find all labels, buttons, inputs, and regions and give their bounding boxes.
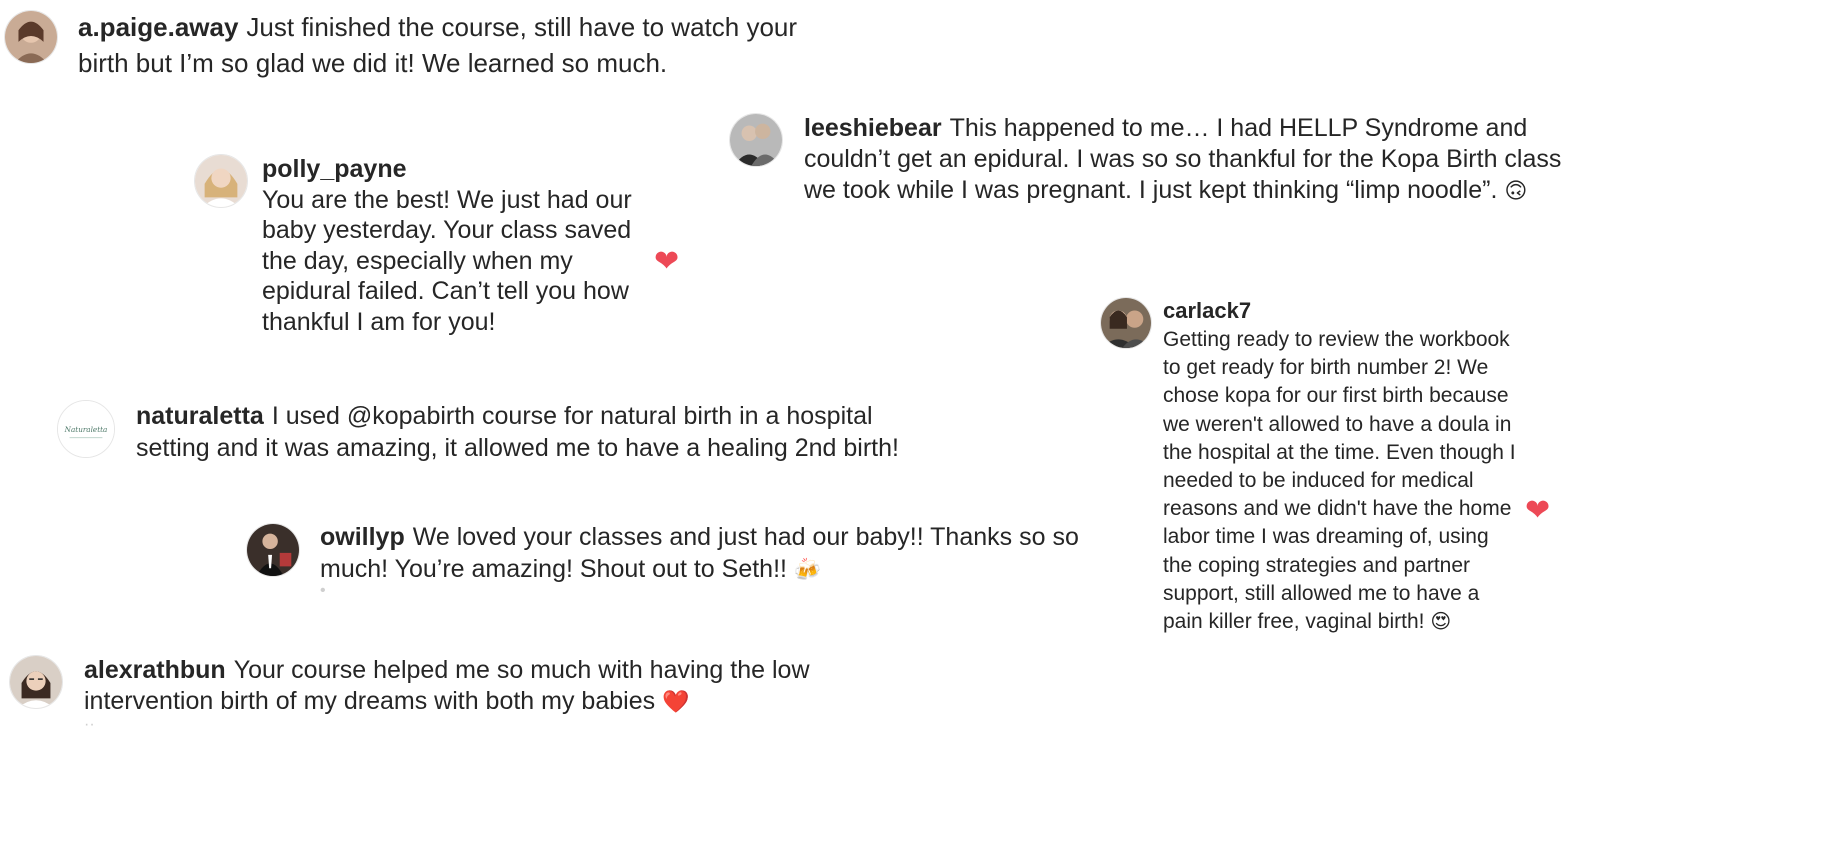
comment-text: Getting ready to review the workbook to … — [1163, 328, 1516, 634]
comment-text: You are the best! We just had our baby y… — [262, 185, 632, 336]
username[interactable]: carlack7 — [1163, 296, 1523, 326]
avatar[interactable] — [1100, 297, 1152, 349]
heart-eyes-emoji: 😍 — [1430, 611, 1452, 634]
heart-icon[interactable]: ❤ — [654, 247, 679, 277]
avatar[interactable]: Naturaletta — [57, 400, 115, 458]
avatar[interactable] — [729, 113, 783, 167]
username[interactable]: leeshiebear — [804, 114, 942, 142]
clipped-like-count: ·· — [84, 716, 95, 733]
username[interactable]: a.paige.away — [78, 12, 238, 42]
username[interactable]: alexrathbun — [84, 656, 226, 684]
avatar[interactable] — [9, 655, 63, 709]
heart-icon[interactable]: ❤ — [1525, 496, 1550, 526]
clipped-reply-link: • — [320, 582, 326, 599]
username[interactable]: polly_payne — [262, 154, 647, 185]
avatar-logo-text: Naturaletta — [64, 425, 108, 434]
upside-down-face-emoji: 🙃 — [1504, 178, 1528, 203]
red-heart-emoji: ❤️ — [662, 689, 690, 714]
username[interactable]: owillyp — [320, 523, 405, 551]
avatar[interactable] — [194, 154, 248, 208]
beer-mugs-emoji: 🍻 — [793, 556, 822, 582]
comment-text: We loved your classes and just had our b… — [320, 523, 1079, 583]
username[interactable]: naturaletta — [136, 402, 264, 430]
avatar[interactable] — [4, 10, 58, 64]
avatar[interactable] — [246, 523, 300, 577]
